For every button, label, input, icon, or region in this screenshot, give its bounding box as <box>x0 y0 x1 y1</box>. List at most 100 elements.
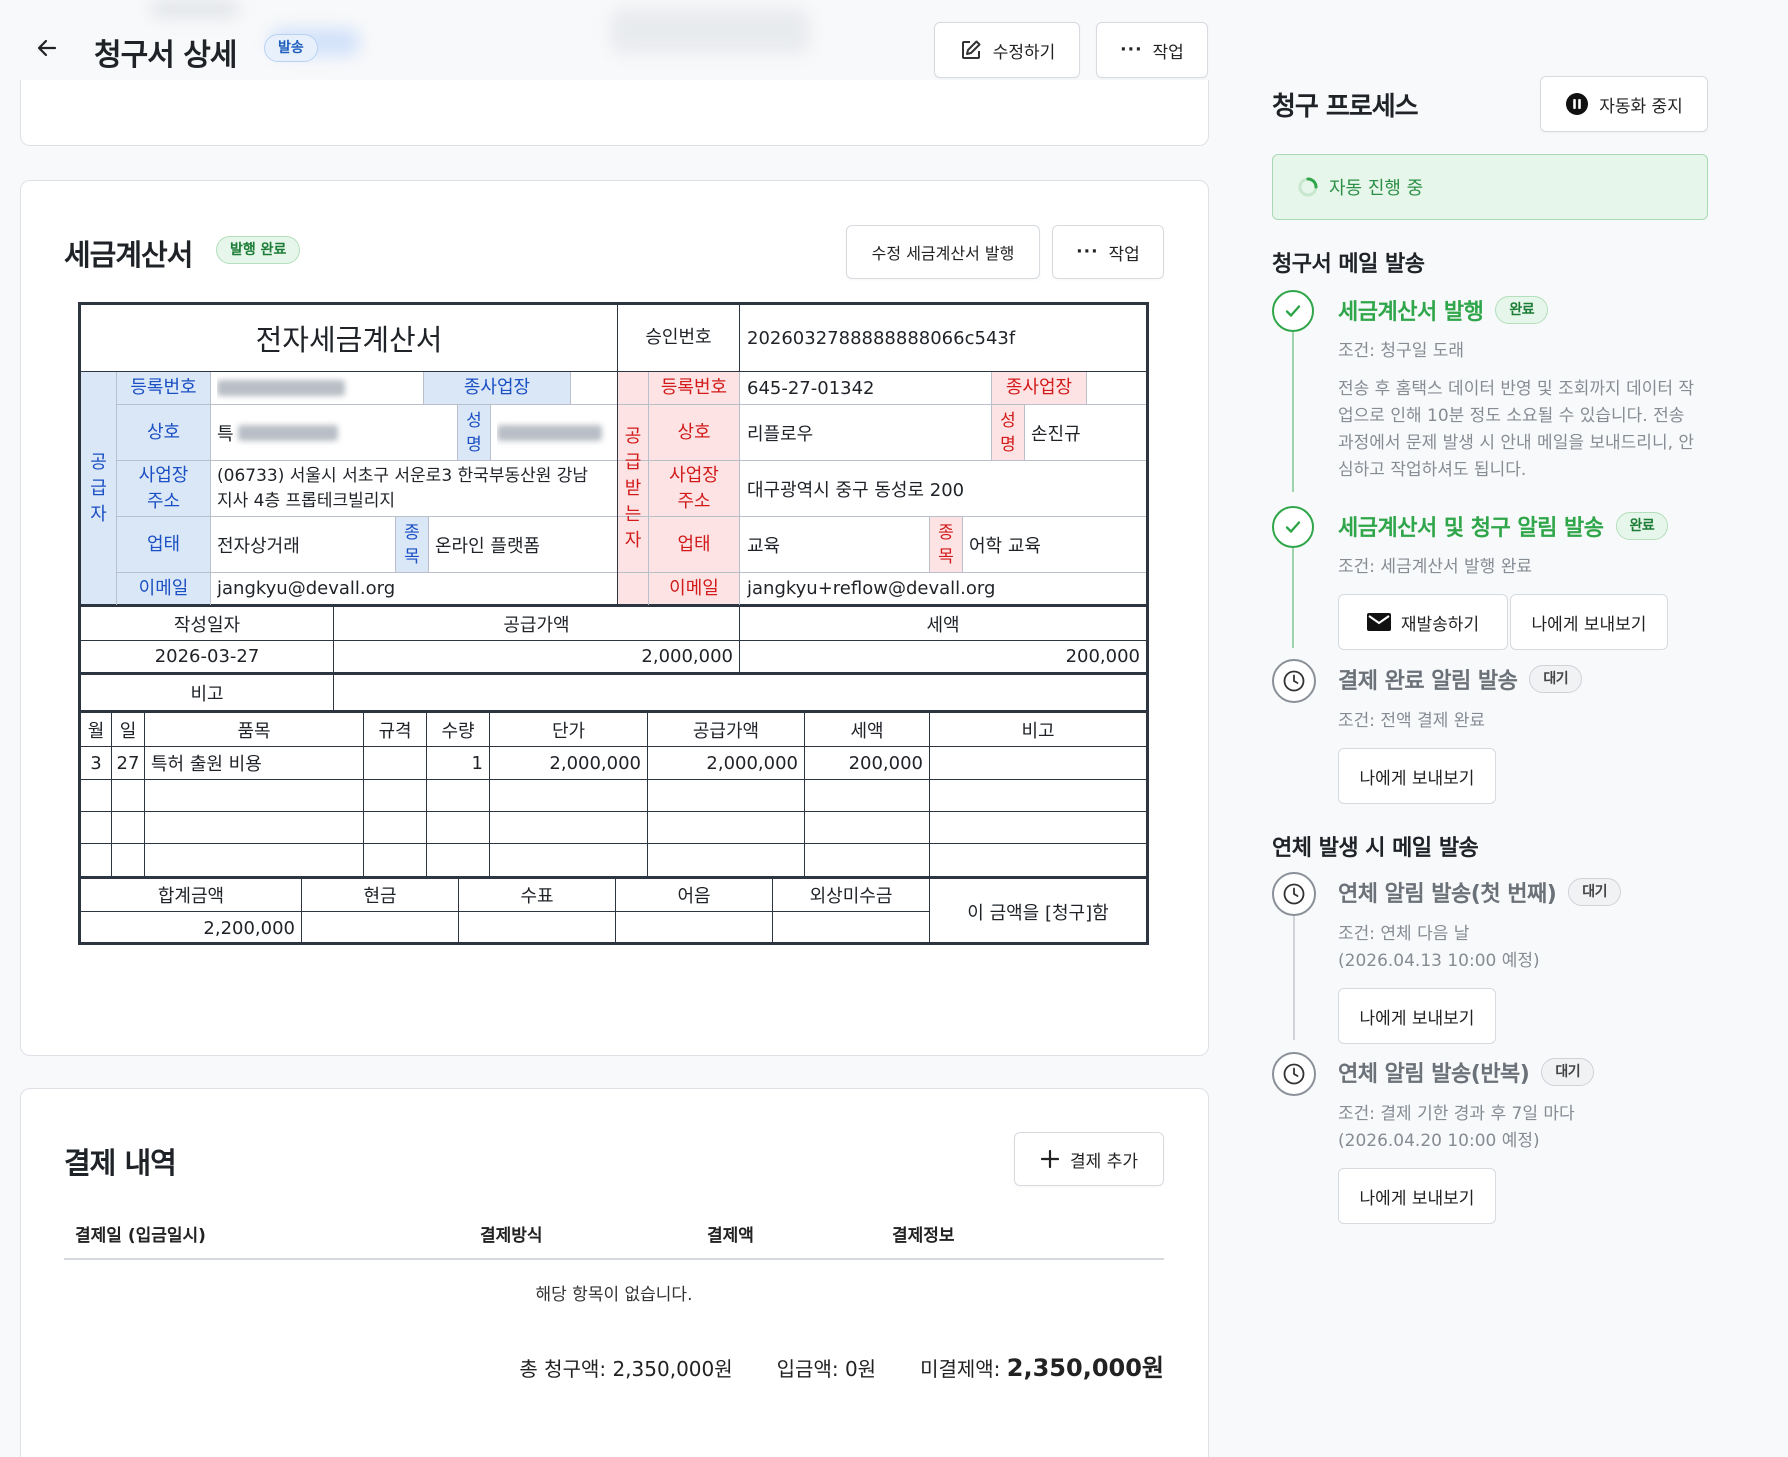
approval-number: 2026032788888888066c543f <box>747 327 1016 349</box>
item-tax: 200,000 <box>848 752 923 774</box>
process-title: 청구 프로세스 <box>1272 92 1419 122</box>
item-header-month: 월 <box>87 720 105 742</box>
more-dots-icon: ··· <box>1076 242 1099 262</box>
supplier-email: jangkyu@devall.org <box>217 578 396 599</box>
summary-header-supply: 공급가액 <box>503 614 570 636</box>
edit-button[interactable]: 수정하기 <box>934 22 1080 78</box>
resend-button[interactable]: 재발송하기 <box>1338 594 1508 650</box>
item-header-day: 일 <box>119 720 137 742</box>
buyer-email-label: 이메일 <box>669 577 719 599</box>
item-name: 특허 출원 비용 <box>151 754 262 775</box>
pause-automation-button[interactable]: 자동화 중지 <box>1540 76 1708 132</box>
buyer-company-label: 상호 <box>677 421 711 443</box>
billing-process-panel: 청구 프로세스 자동화 중지 자동 진행 중 청구서 메일 발송 세금계산서 발… <box>1272 0 1788 1457</box>
buyer-address-label: 사업장주소 <box>669 464 719 512</box>
item-qty: 1 <box>471 752 483 774</box>
item-header-note: 비고 <box>1021 720 1055 742</box>
send-to-me-label: 나에게 보내보기 <box>1531 614 1647 635</box>
remark-label: 비고 <box>190 683 224 705</box>
summary-supply: 2,000,000 <box>641 646 733 667</box>
send-to-me-label: 나에게 보내보기 <box>1359 768 1475 789</box>
more-dots-icon: ··· <box>1120 40 1143 60</box>
buyer-item-label: 종목 <box>938 522 954 567</box>
action-button-label: 작업 <box>1152 42 1184 63</box>
claim-text: 이 금액을 [청구]함 <box>967 903 1109 924</box>
blurred-area <box>150 0 240 18</box>
tax-invoice-action-button[interactable]: ··· 작업 <box>1052 225 1164 279</box>
summary-header-date: 작성일자 <box>173 614 241 636</box>
item-header-qty: 수량 <box>441 720 475 742</box>
buyer-address: 대구광역시 중구 동성로 200 <box>747 479 965 501</box>
buyer-type-label: 업태 <box>677 533 711 555</box>
add-payment-button[interactable]: 결제 추가 <box>1014 1132 1164 1186</box>
supplier-name <box>497 405 612 460</box>
step-tax-invoice-issue: 세금계산서 발행 완료 <box>1338 294 1549 326</box>
clock-icon <box>1283 670 1305 692</box>
back-button[interactable] <box>32 33 62 63</box>
summary-header-tax: 세액 <box>926 614 960 636</box>
auto-status-banner: 자동 진행 중 <box>1272 154 1708 220</box>
supplier-biz-item: 온라인 플랫폼 <box>435 535 541 557</box>
item-header-tax: 세액 <box>850 720 884 742</box>
item-supply: 2,000,000 <box>706 752 798 774</box>
tax-action-label: 작업 <box>1108 244 1140 265</box>
buyer-label: 공급받는자 <box>624 425 642 551</box>
step-condition: 조건: 청구일 도래 <box>1338 341 1465 361</box>
buyer-biz-item: 어학 교육 <box>969 535 1041 557</box>
item-unit-price: 2,000,000 <box>549 752 641 774</box>
total-header-cash: 현금 <box>363 886 397 907</box>
summary-date: 2026-03-27 <box>154 646 260 667</box>
step-waiting-icon <box>1272 659 1316 703</box>
clock-icon <box>1283 883 1305 905</box>
send-to-me-button[interactable]: 나에게 보내보기 <box>1510 594 1668 650</box>
total-header-note: 어음 <box>677 886 711 907</box>
send-to-me-button[interactable]: 나에게 보내보기 <box>1338 748 1496 804</box>
electronic-tax-invoice: 전자세금계산서 승인번호 2026032788888888066c543f 공급… <box>78 302 1149 945</box>
total-billed: 총 청구액: 2,350,000원 <box>519 1357 733 1381</box>
reissue-tax-invoice-button[interactable]: 수정 세금계산서 발행 <box>846 225 1040 279</box>
tax-invoice-title: 세금계산서 <box>64 238 193 272</box>
send-to-me-button[interactable]: 나에게 보내보기 <box>1338 988 1496 1044</box>
supplier-address: (06733) 서울시 서초구 서운로3 한국부동산원 강남 지사 4층 프롭테… <box>217 465 589 511</box>
buyer-reg-number: 645-27-01342 <box>747 377 875 399</box>
item-header-unit-price: 단가 <box>551 720 586 742</box>
step-payment-complete: 결제 완료 알림 발송 대기 <box>1338 663 1583 695</box>
item-header-supply: 공급가액 <box>692 720 760 742</box>
status-badge: 발송 <box>264 34 318 62</box>
step-condition: 조건: 결제 기한 경과 후 7일 마다 (2026.04.20 10:00 예… <box>1338 1104 1575 1151</box>
total-header-check: 수표 <box>520 886 554 907</box>
payments-col-method: 결제방식 <box>480 1226 543 1246</box>
summary-card <box>20 80 1209 146</box>
step-title: 결제 완료 알림 발송 <box>1338 669 1518 694</box>
step-overdue-repeat: 연체 알림 발송(반복) 대기 <box>1338 1056 1595 1088</box>
supplier-company: 특 <box>217 405 457 460</box>
payments-totals: 총 청구액: 2,350,000원 입금액: 0원 미결제액: 2,350,00… <box>480 1348 1164 1383</box>
payments-title: 결제 내역 <box>64 1146 177 1180</box>
plus-icon <box>1040 1149 1060 1169</box>
buyer-name-label: 성명 <box>1000 410 1016 455</box>
step-complete-icon <box>1272 290 1314 332</box>
total-amount: 2,200,000 <box>203 918 295 939</box>
spinner-icon <box>1298 177 1318 197</box>
add-payment-label: 결제 추가 <box>1070 1151 1138 1172</box>
action-button[interactable]: ··· 작업 <box>1096 22 1208 78</box>
send-to-me-button[interactable]: 나에게 보내보기 <box>1338 1168 1496 1224</box>
total-header-sum: 합계금액 <box>157 886 225 907</box>
supplier-reg-number <box>217 372 417 404</box>
buyer-email: jangkyu+reflow@devall.org <box>747 578 996 599</box>
page-title: 청구서 상세 <box>94 38 237 73</box>
envelope-icon <box>1366 613 1391 631</box>
buyer-name: 손진규 <box>1031 423 1081 445</box>
item-month: 3 <box>90 752 102 774</box>
supplier-branch-label: 종사업장 <box>463 377 531 398</box>
total-header-credit: 외상미수금 <box>809 886 893 907</box>
item-day: 27 <box>116 752 140 774</box>
step-waiting-icon <box>1272 1052 1316 1096</box>
summary-tax: 200,000 <box>1065 646 1140 667</box>
step-condition: 조건: 전액 결제 완료 <box>1338 711 1486 731</box>
payments-col-date: 결제일 (입금일시) <box>75 1226 206 1246</box>
supplier-type-label: 업태 <box>146 533 181 555</box>
step-badge: 대기 <box>1568 878 1622 906</box>
resend-label: 재발송하기 <box>1400 614 1480 635</box>
supplier-name-label: 성명 <box>466 410 482 455</box>
